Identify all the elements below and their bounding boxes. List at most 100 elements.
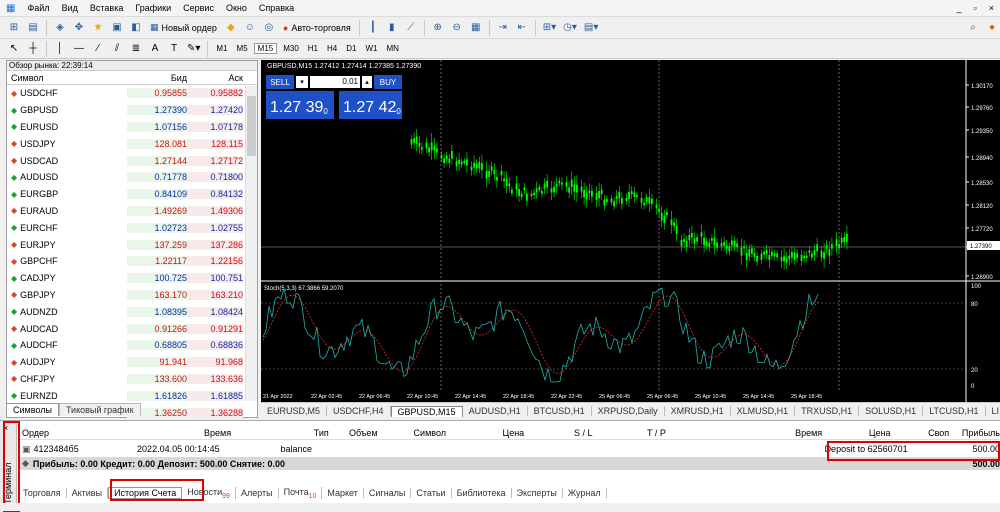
terminal-tab[interactable]: Библиотека [452, 488, 512, 498]
timeframe-h1[interactable]: H1 [305, 44, 321, 53]
list-item[interactable]: ◆ EURAUD 1.49269 1.49306 [7, 203, 257, 220]
chart-tab[interactable]: EURUSD,M5 [261, 406, 328, 416]
menu-file[interactable]: Файл [21, 3, 55, 13]
chart-tab[interactable]: XLMUSD,H1 [731, 406, 796, 416]
zoom-out-icon[interactable]: ⊖ [449, 20, 465, 36]
scrollbar[interactable] [245, 86, 257, 401]
list-item[interactable]: ◆ GBPUSD 1.27390 1.27420 [7, 102, 257, 119]
chart-area[interactable]: GBPUSD,M15 1.27412 1.27414 1.27385 1.273… [261, 60, 1000, 402]
list-item[interactable]: ◆ USDCAD 1.27144 1.27172 [7, 152, 257, 169]
list-item[interactable]: ◆ EURCHF 1.02723 1.02755 [7, 219, 257, 236]
chart-shift-icon[interactable]: ⇤ [514, 20, 530, 36]
timeframe-m30[interactable]: M30 [280, 44, 302, 53]
chart-tab[interactable]: TRXUSD,H1 [795, 406, 860, 416]
chart-tab[interactable]: LI [986, 406, 1000, 416]
menu-tools[interactable]: Сервис [177, 3, 220, 13]
list-item[interactable]: ◆ AUDCAD 0.91266 0.91291 [7, 320, 257, 337]
terminal-tab[interactable]: Маркет [322, 488, 364, 498]
menu-charts[interactable]: Графики [129, 3, 177, 13]
timeframe-m15[interactable]: M15 [253, 43, 278, 54]
column-swap[interactable]: Своп [891, 428, 949, 438]
scrollbar-thumb[interactable] [247, 96, 256, 156]
tile-icon[interactable]: ▦ [468, 20, 484, 36]
templates-icon[interactable]: ▤▾ [582, 20, 600, 36]
favorites-icon[interactable]: ★ [90, 20, 106, 36]
column-volume[interactable]: Объем [329, 428, 378, 438]
crosshair-icon[interactable]: ┼ [25, 41, 41, 57]
timeframe-w1[interactable]: W1 [362, 44, 380, 53]
new-order-button[interactable]: ▦ Новый ордер [147, 22, 220, 33]
notification-icon[interactable]: ● [984, 20, 1000, 36]
column-profit[interactable]: Прибыль [949, 428, 1000, 438]
indicators-icon[interactable]: ⊞▾ [541, 20, 558, 36]
list-item[interactable]: ◆ AUDJPY 91.941 91.968 [7, 354, 257, 371]
vertical-line-icon[interactable]: │ [52, 41, 68, 57]
column-type[interactable]: Тип [231, 428, 329, 438]
list-item[interactable]: ◆ AUDNZD 1.08395 1.08424 [7, 303, 257, 320]
sell-button[interactable]: SELL [266, 75, 294, 89]
column-symbol[interactable]: Символ [378, 428, 446, 438]
list-item[interactable]: ◆ GBPCHF 1.22117 1.22156 [7, 253, 257, 270]
column-close-time[interactable]: Время [666, 428, 822, 438]
navigator-icon[interactable]: ✥ [71, 20, 87, 36]
terminal-tab[interactable]: Эксперты [512, 488, 563, 498]
list-item[interactable]: ◆ EURGBP 0.84109 0.84132 [7, 186, 257, 203]
autoscroll-icon[interactable]: ⇥ [495, 20, 511, 36]
terminal-tab[interactable]: Статьи [411, 488, 452, 498]
trendline-icon[interactable]: ⁄ [90, 41, 106, 57]
sell-price-box[interactable]: 1.27 39 0 [266, 91, 334, 119]
timeframe-mn[interactable]: MN [383, 44, 401, 53]
buy-button[interactable]: BUY [374, 75, 402, 89]
column-ask[interactable]: Аск [187, 73, 243, 83]
label-icon[interactable]: T [166, 41, 182, 57]
periods-icon[interactable]: ◷▾ [561, 20, 579, 36]
shapes-icon[interactable]: ✎▾ [185, 41, 202, 57]
chart-tab[interactable]: GBPUSD,M15 [390, 405, 463, 417]
zoom-in-icon[interactable]: ⊕ [430, 20, 446, 36]
tab-symbols[interactable]: Символы [6, 403, 59, 416]
fibonacci-icon[interactable]: ≣ [128, 41, 144, 57]
terminal-tab[interactable]: Алерты [236, 488, 279, 498]
timeframe-d1[interactable]: D1 [343, 44, 359, 53]
line-chart-icon[interactable]: ⟋ [403, 20, 419, 36]
search-icon[interactable]: ⌕ [965, 20, 981, 36]
menu-help[interactable]: Справка [253, 3, 300, 13]
tab-tick-chart[interactable]: Тиковый график [58, 403, 141, 416]
horizontal-line-icon[interactable]: — [71, 41, 87, 57]
market-watch-icon[interactable]: ◈ [52, 20, 68, 36]
list-item[interactable]: ◆ USDJPY 128.081 128.115 [7, 135, 257, 152]
candle-chart-icon[interactable]: ▮ [384, 20, 400, 36]
menu-view[interactable]: Вид [56, 3, 84, 13]
cursor-icon[interactable]: ↖ [6, 41, 22, 57]
terminal-tab[interactable]: Сигналы [364, 488, 412, 498]
list-item[interactable]: ◆ CADJPY 100.725 100.751 [7, 270, 257, 287]
terminal-icon[interactable]: ▣ [109, 20, 125, 36]
column-price[interactable]: Цена [446, 428, 525, 438]
list-item[interactable]: ◆ CHFJPY 133.600 133.636 [7, 371, 257, 388]
list-item[interactable]: ◆ AUDCHF 0.68805 0.68836 [7, 337, 257, 354]
auto-trading-button[interactable]: ● Авто-торговля [280, 23, 354, 33]
list-item[interactable]: ◆ EURJPY 137.259 137.286 [7, 236, 257, 253]
list-item[interactable]: ◆ EURUSD 1.07156 1.07178 [7, 119, 257, 136]
channel-icon[interactable]: ⫽ [109, 41, 125, 57]
column-bid[interactable]: Бид [127, 73, 187, 83]
menu-window[interactable]: Окно [220, 3, 253, 13]
column-symbol[interactable]: Символ [7, 73, 127, 83]
terminal-tab[interactable]: Торговля [18, 488, 67, 498]
terminal-tab[interactable]: Почта10 [279, 486, 323, 500]
list-item[interactable]: ◆ AUDUSD 0.71778 0.71800 [7, 169, 257, 186]
list-item[interactable]: ◆ USDCHF 0.95855 0.95882 [7, 85, 257, 102]
chart-tab[interactable]: AUDUSD,H1 [463, 406, 528, 416]
chart-tab[interactable]: SOLUSD,H1 [859, 406, 924, 416]
terminal-tab[interactable]: Журнал [563, 488, 607, 498]
list-item[interactable]: ◆ GBPJPY 163.170 163.210 [7, 287, 257, 304]
metaeditor-icon[interactable]: ◆ [223, 20, 239, 36]
timeframe-m5[interactable]: M5 [234, 44, 251, 53]
new-chart-icon[interactable]: ⊞ [6, 20, 22, 36]
profiles-icon[interactable]: ▤ [25, 20, 41, 36]
menu-insert[interactable]: Вставка [84, 3, 129, 13]
vps-icon[interactable]: ◎ [261, 20, 277, 36]
tester-icon[interactable]: ◧ [128, 20, 144, 36]
timeframe-h4[interactable]: H4 [324, 44, 340, 53]
lot-down-icon[interactable]: ▾ [296, 76, 308, 88]
